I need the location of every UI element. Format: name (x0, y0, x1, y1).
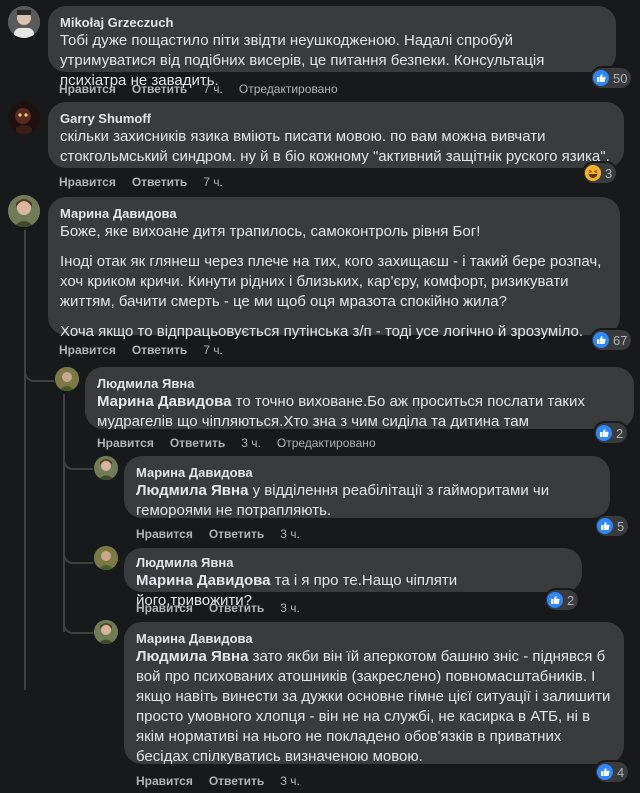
avatar[interactable] (94, 546, 118, 570)
comment-bubble: Марина Давидова Людмила Явна у відділенн… (124, 456, 610, 521)
timestamp[interactable]: 3 ч. (280, 601, 300, 615)
comment-actions: Нравится Ответить 7 ч. (59, 174, 239, 190)
reaction-count[interactable]: 67 (592, 330, 632, 350)
reaction-count[interactable]: 3 (584, 163, 617, 183)
avatar[interactable] (8, 195, 40, 227)
thread-connector (63, 616, 93, 634)
comment-author[interactable]: Марина Давидова (136, 630, 612, 647)
reply-button[interactable]: Ответить (209, 527, 264, 541)
comment-text: Людмила Явна зато якби він їй аперкотом … (136, 647, 612, 767)
reply-button[interactable]: Ответить (132, 175, 187, 189)
comment-author[interactable]: Людмила Явна (97, 375, 622, 392)
reply-button[interactable]: Ответить (132, 343, 187, 357)
comment-text: скільки захисників язика вміють писати м… (60, 127, 612, 167)
comment-paragraph: Іноді отак як глянеш через плече на тих,… (60, 253, 602, 310)
thread-connector (63, 546, 93, 564)
reaction-number: 67 (613, 332, 628, 348)
mention-link[interactable]: Марина Давидова (136, 572, 271, 589)
avatar[interactable] (8, 102, 40, 134)
comment-bubble: Марина Давидова Людмила Явна зато якби в… (124, 622, 624, 767)
like-icon (597, 764, 613, 780)
comment-actions: Нравится Ответить 7 ч. Отредактировано (59, 81, 354, 97)
like-button[interactable]: Нравится (136, 601, 193, 615)
mention-link[interactable]: Людмила Явна (136, 482, 248, 499)
reaction-count[interactable]: 2 (595, 423, 628, 443)
edited-label[interactable]: Отредактировано (277, 436, 376, 450)
reaction-number: 5 (617, 518, 625, 534)
like-button[interactable]: Нравится (136, 774, 193, 788)
avatar[interactable] (94, 620, 118, 644)
reaction-number: 4 (617, 764, 625, 780)
reaction-count[interactable]: 50 (592, 68, 632, 88)
timestamp[interactable]: 3 ч. (280, 774, 300, 788)
comment-actions: Нравится Ответить 3 ч. (136, 526, 316, 542)
comment-text: Боже, яке вихоане дитя трапилось, самоко… (60, 222, 608, 342)
timestamp[interactable]: 3 ч. (241, 436, 261, 450)
comment-author[interactable]: Mikołaj Grzeczuch (60, 14, 604, 31)
like-button[interactable]: Нравится (59, 175, 116, 189)
comment-paragraph: скільки захисників язика вміють писати м… (60, 128, 610, 165)
comment: Марина Давидова Боже, яке вихоане дитя т… (8, 195, 633, 360)
reaction-count[interactable]: 4 (596, 762, 629, 782)
comment-text: Людмила Явна у відділення реабілітації з… (136, 481, 598, 521)
avatar[interactable] (94, 456, 118, 480)
comment-actions: Нравится Ответить 3 ч. (136, 600, 316, 616)
comment-bubble: Людмила Явна Марина Давидова то точно ви… (85, 367, 634, 432)
comment-actions: Нравится Ответить 3 ч. (136, 773, 316, 789)
like-button[interactable]: Нравится (97, 436, 154, 450)
avatar[interactable] (8, 6, 40, 38)
haha-icon (585, 165, 601, 181)
reaction-count[interactable]: 2 (546, 590, 579, 610)
comment-bubble: Mikołaj Grzeczuch Тобі дуже пощастило пі… (48, 6, 616, 89)
like-button[interactable]: Нравится (59, 82, 116, 96)
comment-paragraph: Боже, яке вихоане дитя трапилось, самоко… (60, 223, 481, 240)
reply: Марина Давидова Людмила Явна зато якби в… (94, 620, 635, 790)
timestamp[interactable]: 3 ч. (280, 527, 300, 541)
comment-author[interactable]: Марина Давидова (60, 205, 608, 222)
timestamp[interactable]: 7 ч. (203, 175, 223, 189)
timestamp[interactable]: 7 ч. (203, 82, 223, 96)
reply: Людмила Явна Марина Давидова та і я про … (94, 546, 635, 618)
thread-connector (24, 366, 54, 382)
reply-button[interactable]: Ответить (209, 601, 264, 615)
comment-bubble: Garry Shumoff скільки захисників язика в… (48, 102, 624, 168)
mention-link[interactable]: Марина Давидова (97, 393, 232, 410)
like-icon (593, 70, 609, 86)
comment-author[interactable]: Garry Shumoff (60, 110, 612, 127)
like-icon (547, 592, 563, 608)
like-button[interactable]: Нравится (59, 343, 116, 357)
comment: Garry Shumoff скільки захисників язика в… (8, 102, 633, 192)
comment-actions: Нравится Ответить 3 ч. Отредактировано (97, 435, 392, 451)
like-button[interactable]: Нравится (136, 527, 193, 541)
comment-paragraph: Хоча якщо то відпрацьовується путінська … (60, 323, 583, 340)
reaction-number: 3 (605, 165, 613, 181)
reaction-count[interactable]: 5 (596, 516, 629, 536)
reply: Марина Давидова Людмила Явна у відділенн… (94, 456, 635, 542)
edited-label[interactable]: Отредактировано (239, 82, 338, 96)
reply-button[interactable]: Ответить (209, 774, 264, 788)
comment-bubble: Марина Давидова Боже, яке вихоане дитя т… (48, 197, 620, 340)
reply-button[interactable]: Ответить (132, 82, 187, 96)
comment-author[interactable]: Людмила Явна (136, 554, 570, 571)
comment-body: зато якби він їй аперкотом башню зніс - … (136, 648, 611, 765)
like-icon (593, 332, 609, 348)
comment: Mikołaj Grzeczuch Тобі дуже пощастило пі… (8, 6, 633, 101)
like-icon (597, 518, 613, 534)
comment-author[interactable]: Марина Давидова (136, 464, 598, 481)
timestamp[interactable]: 7 ч. (203, 343, 223, 357)
mention-link[interactable]: Людмила Явна (136, 648, 248, 665)
reply: Людмила Явна Марина Давидова то точно ви… (55, 367, 635, 455)
reaction-number: 50 (613, 70, 628, 86)
reaction-number: 2 (616, 425, 624, 441)
reaction-number: 2 (567, 592, 575, 608)
reply-button[interactable]: Ответить (170, 436, 225, 450)
comment-bubble: Людмила Явна Марина Давидова та і я про … (124, 548, 582, 609)
like-icon (596, 425, 612, 441)
avatar[interactable] (55, 367, 79, 391)
comment-actions: Нравится Ответить 7 ч. (59, 342, 239, 358)
comment-text: Марина Давидова то точно виховане.Бо аж … (97, 392, 622, 432)
